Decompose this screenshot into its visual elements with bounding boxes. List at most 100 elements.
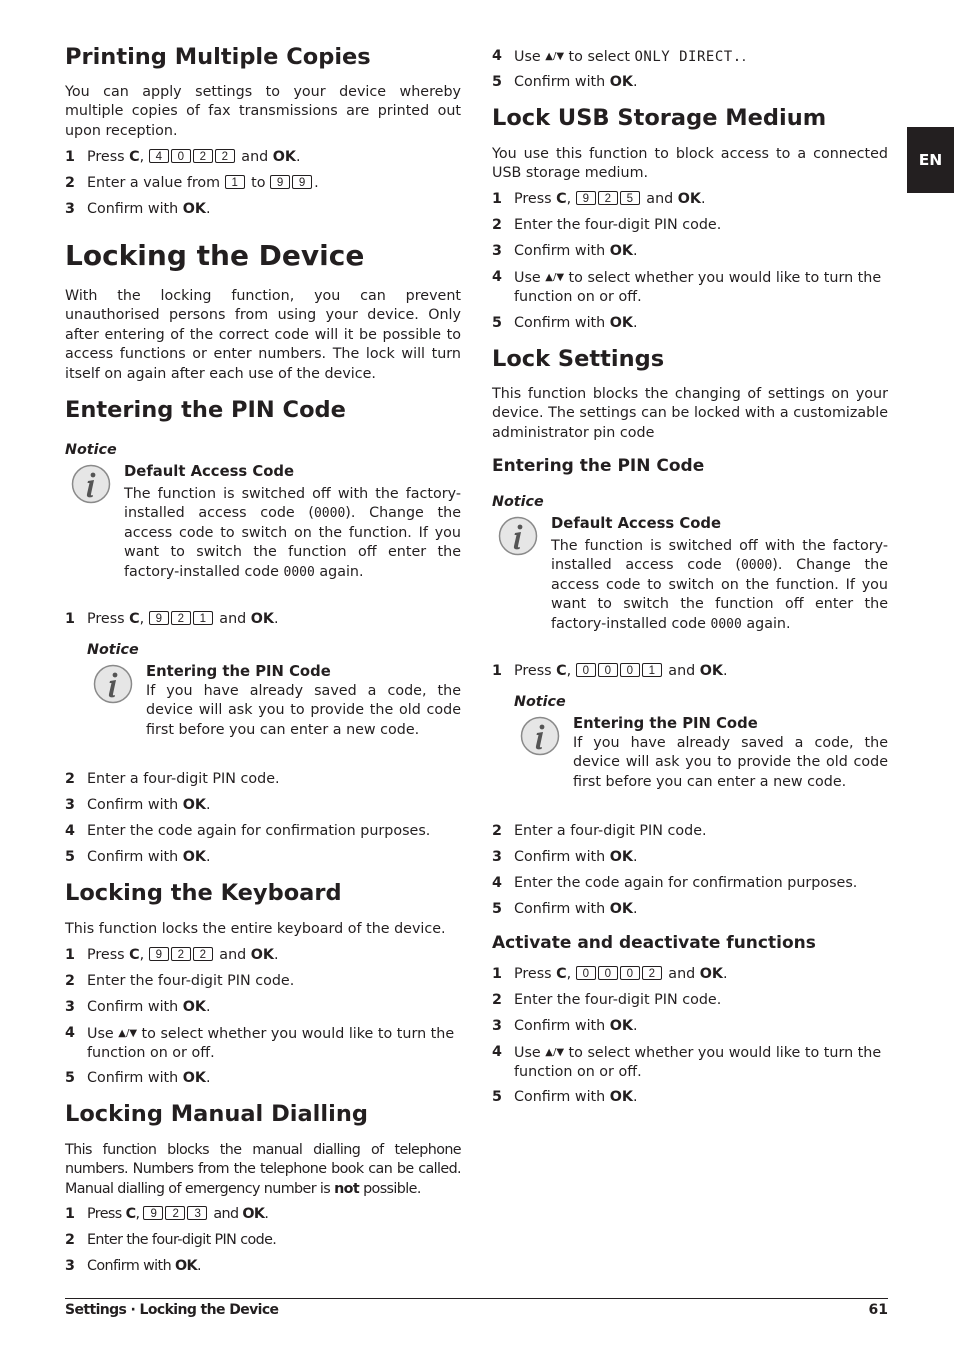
heading-settings-entering-pin: Entering the PIN Code	[492, 456, 705, 476]
printing-step-2: 2 Enter a value from 1 to 99.	[65, 175, 319, 191]
heading-locking-the-keyboard: Locking the Keyboard	[65, 880, 342, 906]
up-down-arrows-icon: ▲/▼	[118, 1028, 138, 1039]
footer-section-title: Settings · Locking the Device	[65, 1302, 279, 1318]
manual-step-3: 3 Confirm with OK.	[65, 1258, 202, 1274]
key-0: 0	[170, 149, 191, 163]
info-icon	[93, 664, 133, 704]
settings-step-4: 4 Enter the code again for confirmation p…	[492, 875, 858, 891]
footer-divider	[65, 1298, 888, 1299]
activate-step-4: 4 Use ▲/▼ to select whether you would lik…	[492, 1044, 882, 1081]
key-0: 0	[597, 663, 618, 677]
key-0: 0	[575, 663, 596, 677]
notice-title: Entering the PIN Code	[573, 715, 758, 732]
keyboard-step-4: 4 Use ▲/▼ to select whether you would lik…	[65, 1025, 455, 1062]
usb-step-4: 4 Use ▲/▼ to select whether you would lik…	[492, 269, 882, 306]
settings-step-1: 1 Press C, 0001 and OK.	[492, 663, 728, 679]
notice-label: Notice	[87, 642, 139, 658]
key-9: 9	[148, 611, 169, 625]
info-icon	[71, 464, 111, 504]
heading-locking-manual-dialling: Locking Manual Dialling	[65, 1101, 368, 1127]
printing-step-1: 1 Press C, 4022 and OK.	[65, 149, 301, 165]
pin-step-5: 5 Confirm with OK.	[65, 849, 211, 865]
keyboard-intro: This function locks the entire keyboard …	[65, 921, 446, 937]
key-1: 1	[641, 663, 662, 677]
key-2: 2	[214, 149, 235, 163]
keyboard-step-5: 5 Confirm with OK.	[65, 1070, 211, 1086]
heading-lock-usb-storage: Lock USB Storage Medium	[492, 105, 827, 131]
activate-step-3: 3 Confirm with OK.	[492, 1018, 638, 1034]
key-9: 9	[148, 947, 169, 961]
settings-intro: This function blocks the changing of set…	[492, 386, 888, 441]
notice-text: If you have already saved a code, the de…	[146, 683, 461, 738]
info-icon	[498, 516, 538, 556]
manual-step-2: 2 Enter the four-digit PIN code.	[65, 1232, 277, 1248]
language-tab: EN	[907, 127, 954, 193]
key-0: 0	[619, 966, 640, 980]
page-number: 61	[868, 1302, 888, 1318]
heading-entering-pin-code: Entering the PIN Code	[65, 397, 346, 423]
activate-step-1: 1 Press C, 0002 and OK.	[492, 966, 728, 982]
up-down-arrows-icon: ▲/▼	[545, 51, 565, 62]
key-3: 3	[187, 1206, 208, 1220]
up-down-arrows-icon: ▲/▼	[545, 272, 565, 283]
notice-text: The function is switched off with the fa…	[551, 538, 889, 632]
heading-printing-multiple-copies: Printing Multiple Copies	[65, 44, 371, 70]
key-2: 2	[170, 947, 191, 961]
usb-step-5: 5 Confirm with OK.	[492, 315, 638, 331]
notice-entering-pin-code: Notice Entering the PIN Code If you have…	[87, 642, 461, 740]
key-9: 9	[270, 175, 291, 189]
key-0: 0	[619, 663, 640, 677]
settings-step-5: 5 Confirm with OK.	[492, 901, 638, 917]
printing-intro: You can apply settings to your device wh…	[65, 84, 461, 139]
key-9: 9	[143, 1206, 164, 1220]
notice-label: Notice	[492, 494, 544, 510]
pin-step-4: 4 Enter the code again for confirmation p…	[65, 823, 431, 839]
keyboard-step-3: 3 Confirm with OK.	[65, 999, 211, 1015]
notice-label: Notice	[514, 694, 566, 710]
keyboard-step-2: 2 Enter the four-digit PIN code.	[65, 973, 295, 989]
usb-step-1: 1 Press C, 925 and OK.	[492, 191, 706, 207]
key-9: 9	[575, 191, 596, 205]
key-0: 0	[575, 966, 596, 980]
key-1: 1	[224, 175, 245, 189]
up-down-arrows-icon: ▲/▼	[545, 1047, 565, 1058]
key-2: 2	[165, 1206, 186, 1220]
activate-step-2: 2 Enter the four-digit PIN code.	[492, 992, 722, 1008]
settings-step-2: 2 Enter a four-digit PIN code.	[492, 823, 707, 839]
manual-intro: This function blocks the manual dialling…	[65, 1142, 462, 1197]
key-2: 2	[170, 611, 191, 625]
heading-lock-settings: Lock Settings	[492, 346, 665, 372]
pin-step-1: 1 Press C, 921 and OK.	[65, 611, 279, 627]
key-1: 1	[192, 611, 213, 625]
key-5: 5	[619, 191, 640, 205]
usb-step-2: 2 Enter the four-digit PIN code.	[492, 217, 722, 233]
direct-step-5: 5 Confirm with OK.	[492, 74, 638, 90]
manual-step-1: 1 Press C, 923 and OK.	[65, 1206, 269, 1222]
key-0: 0	[597, 966, 618, 980]
locking-intro: With the locking function, you can preve…	[65, 288, 461, 382]
notice-text: The function is switched off with the fa…	[124, 486, 462, 580]
key-9: 9	[292, 175, 313, 189]
activate-step-5: 5 Confirm with OK.	[492, 1089, 638, 1105]
pin-step-2: 2 Enter a four-digit PIN code.	[65, 771, 280, 787]
lcd-text: ONLY DIRECT.	[634, 49, 742, 65]
key-2: 2	[192, 947, 213, 961]
printing-step-3: 3 Confirm with OK.	[65, 201, 211, 217]
key-2: 2	[192, 149, 213, 163]
notice-default-access-code: Notice Default Access Code The function …	[65, 442, 461, 582]
heading-activate-deactivate: Activate and deactivate functions	[492, 933, 816, 953]
usb-intro: You use this function to block access to…	[492, 146, 888, 182]
notice-entering-pin-code: Notice Entering the PIN Code If you have…	[514, 694, 888, 792]
keyboard-step-1: 1 Press C, 922 and OK.	[65, 947, 279, 963]
notice-title: Entering the PIN Code	[146, 663, 331, 680]
notice-text: If you have already saved a code, the de…	[573, 735, 888, 790]
settings-step-3: 3 Confirm with OK.	[492, 849, 638, 865]
notice-label: Notice	[65, 442, 117, 458]
usb-step-3: 3 Confirm with OK.	[492, 243, 638, 259]
key-4: 4	[148, 149, 169, 163]
key-2: 2	[641, 966, 662, 980]
notice-title: Default Access Code	[551, 515, 722, 532]
key-2: 2	[597, 191, 618, 205]
heading-locking-the-device: Locking the Device	[65, 239, 365, 272]
info-icon	[520, 716, 560, 756]
